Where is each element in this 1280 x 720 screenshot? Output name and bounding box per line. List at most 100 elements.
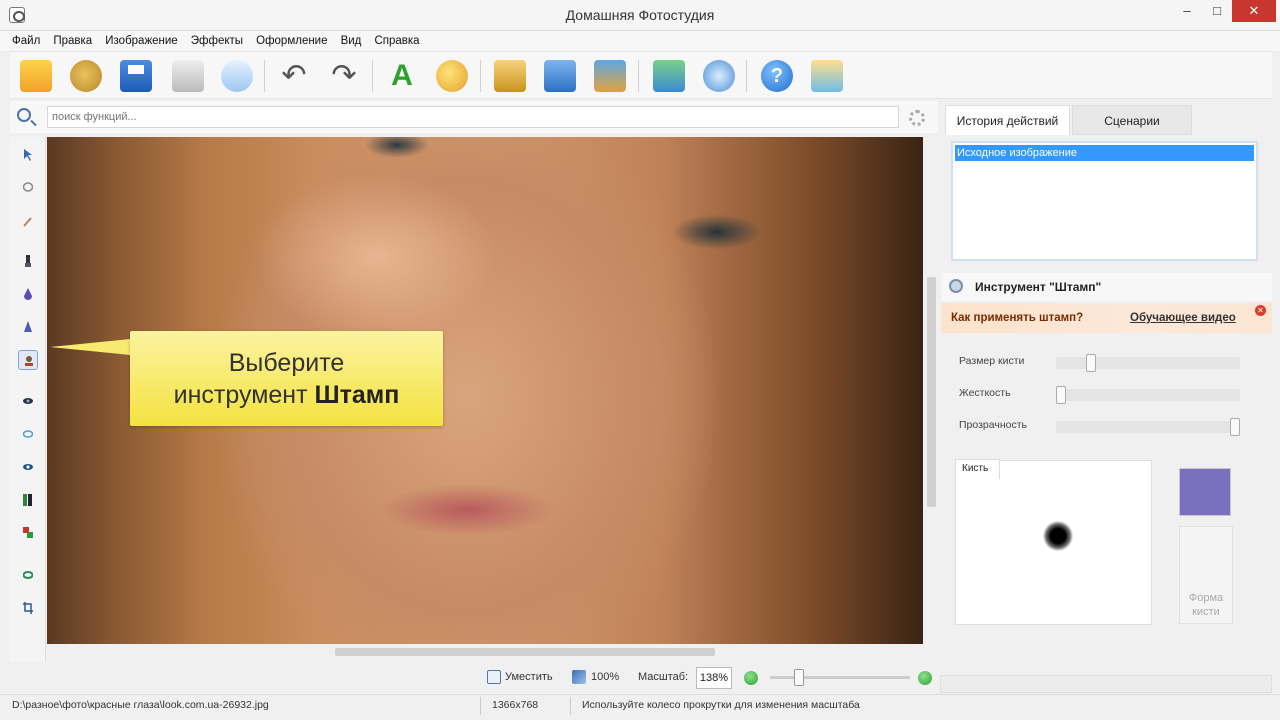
pencil-tool[interactable]: [18, 317, 38, 337]
tooltip-callout: Выберите инструмент Штамп: [130, 331, 443, 426]
callout-tool-name: Штамп: [314, 381, 400, 409]
expand-icon[interactable]: [653, 60, 685, 92]
redeye-icon: [23, 464, 33, 470]
toolbar: ↶ ↷ A ?: [10, 51, 1272, 99]
history-list: Исходное изображение: [951, 141, 1258, 261]
blur-tool[interactable]: [18, 424, 38, 444]
file-path: D:\разное\фото\красные глаза\look.com.ua…: [12, 699, 269, 711]
cookie-icon[interactable]: [70, 60, 102, 92]
share-icon[interactable]: [811, 60, 843, 92]
status-divider: [480, 697, 481, 715]
hardness-track[interactable]: [1056, 389, 1240, 401]
history-item[interactable]: Исходное изображение: [955, 145, 1254, 161]
print-icon[interactable]: [172, 60, 204, 92]
menu-effects[interactable]: Эффекты: [191, 31, 243, 51]
redo-icon[interactable]: ↷: [328, 60, 360, 92]
menu-file[interactable]: Файл: [12, 31, 40, 51]
eraser-tool[interactable]: [18, 565, 38, 585]
menu-bar: Файл Правка Изображение Эффекты Оформлен…: [0, 31, 1280, 51]
preview-icon[interactable]: [221, 60, 253, 92]
levels-tool[interactable]: [18, 490, 38, 510]
title-bar: Домашняя Фотостудия – □ ✕: [0, 0, 1280, 31]
zoom-slider-knob[interactable]: [793, 669, 804, 686]
opacity-knob[interactable]: [1230, 418, 1240, 436]
brush-shape-button[interactable]: Форма кисти: [1179, 526, 1233, 624]
menu-edit[interactable]: Правка: [53, 31, 92, 51]
stamp-tool[interactable]: [18, 350, 38, 370]
maximize-button[interactable]: □: [1202, 0, 1232, 22]
calendar-icon[interactable]: [544, 60, 576, 92]
brush-size-knob[interactable]: [1085, 354, 1096, 372]
close-button[interactable]: ✕: [1232, 0, 1276, 22]
search-icon[interactable]: [17, 108, 31, 122]
minimize-button[interactable]: –: [1172, 0, 1202, 22]
actual-size-icon[interactable]: [572, 670, 586, 684]
drop-icon: [24, 288, 32, 300]
color-tool[interactable]: [18, 523, 38, 543]
brush-size-label: Размер кисти: [959, 355, 1025, 367]
undo-icon[interactable]: ↶: [278, 60, 310, 92]
brush-icon: [25, 255, 31, 267]
zoom-in-icon[interactable]: [918, 671, 932, 685]
tool-panel: [10, 137, 46, 662]
stamp-icon: [25, 356, 33, 366]
help-icon[interactable]: ?: [761, 60, 793, 92]
magic-wand-tool[interactable]: [18, 211, 38, 231]
frame-icon[interactable]: [494, 60, 526, 92]
hardness-knob[interactable]: [1056, 386, 1066, 404]
tool-section-header: Инструмент "Штамп": [941, 273, 1272, 301]
horizontal-scrollbar[interactable]: [47, 645, 923, 659]
collage-icon[interactable]: [594, 60, 626, 92]
lasso-tool[interactable]: [18, 178, 38, 198]
menu-help[interactable]: Справка: [374, 31, 419, 51]
crop-tool[interactable]: [18, 598, 38, 618]
window-title: Домашняя Фотостудия: [565, 7, 715, 23]
brush-shape-label-1: Форма: [1188, 592, 1224, 604]
close-icon[interactable]: ✕: [1255, 305, 1266, 316]
vertical-scroll-thumb[interactable]: [927, 277, 936, 507]
eye-tool[interactable]: [18, 391, 38, 411]
levels-icon: [23, 494, 32, 506]
zoom-fit-icon[interactable]: [703, 60, 735, 92]
fit-button[interactable]: Уместить: [505, 671, 553, 683]
brush-size-track[interactable]: [1056, 357, 1240, 369]
brush-tool[interactable]: [18, 251, 38, 271]
gear-icon[interactable]: [909, 110, 925, 126]
stamp-icon: [949, 279, 963, 293]
brush-dot: [1043, 521, 1073, 551]
zoom-out-icon[interactable]: [744, 671, 758, 685]
menu-image[interactable]: Изображение: [105, 31, 177, 51]
hardness-slider: Жесткость: [959, 385, 1259, 405]
brush-tab[interactable]: Кисть: [955, 459, 1000, 479]
toolbar-separator: [264, 60, 265, 92]
zoom-input[interactable]: [696, 667, 732, 689]
lasso-icon: [23, 182, 33, 192]
palette-icon[interactable]: [436, 60, 468, 92]
vertical-scrollbar[interactable]: [925, 137, 938, 644]
horizontal-scroll-thumb[interactable]: [335, 648, 715, 656]
opacity-track[interactable]: [1056, 421, 1240, 433]
progress-area: [940, 675, 1272, 693]
callout-line-2: инструмент Штамп: [130, 381, 443, 410]
menu-design[interactable]: Оформление: [256, 31, 327, 51]
save-icon[interactable]: [120, 60, 152, 92]
redeye-tool[interactable]: [18, 457, 38, 477]
tutorial-video-link[interactable]: Обучающее видео: [1130, 312, 1236, 324]
opacity-slider: Прозрачность: [959, 417, 1259, 437]
eye-icon: [23, 398, 33, 404]
tab-scenarios[interactable]: Сценарии: [1072, 105, 1192, 135]
brush-color-swatch[interactable]: [1179, 468, 1231, 516]
fit-icon[interactable]: [487, 670, 501, 684]
drop-tool[interactable]: [18, 284, 38, 304]
toolbar-separator: [746, 60, 747, 92]
zoom-slider[interactable]: [770, 669, 910, 686]
search-input[interactable]: [47, 106, 899, 128]
actual-size-button[interactable]: 100%: [591, 671, 619, 683]
pointer-tool[interactable]: [18, 145, 38, 165]
open-icon[interactable]: [20, 60, 52, 92]
tab-history[interactable]: История действий: [945, 105, 1070, 135]
menu-view[interactable]: Вид: [341, 31, 362, 51]
right-panel: История действий Сценарии Исходное изобр…: [941, 101, 1272, 671]
text-icon[interactable]: A: [386, 60, 418, 92]
callout-line-1: Выберите: [228, 349, 345, 377]
